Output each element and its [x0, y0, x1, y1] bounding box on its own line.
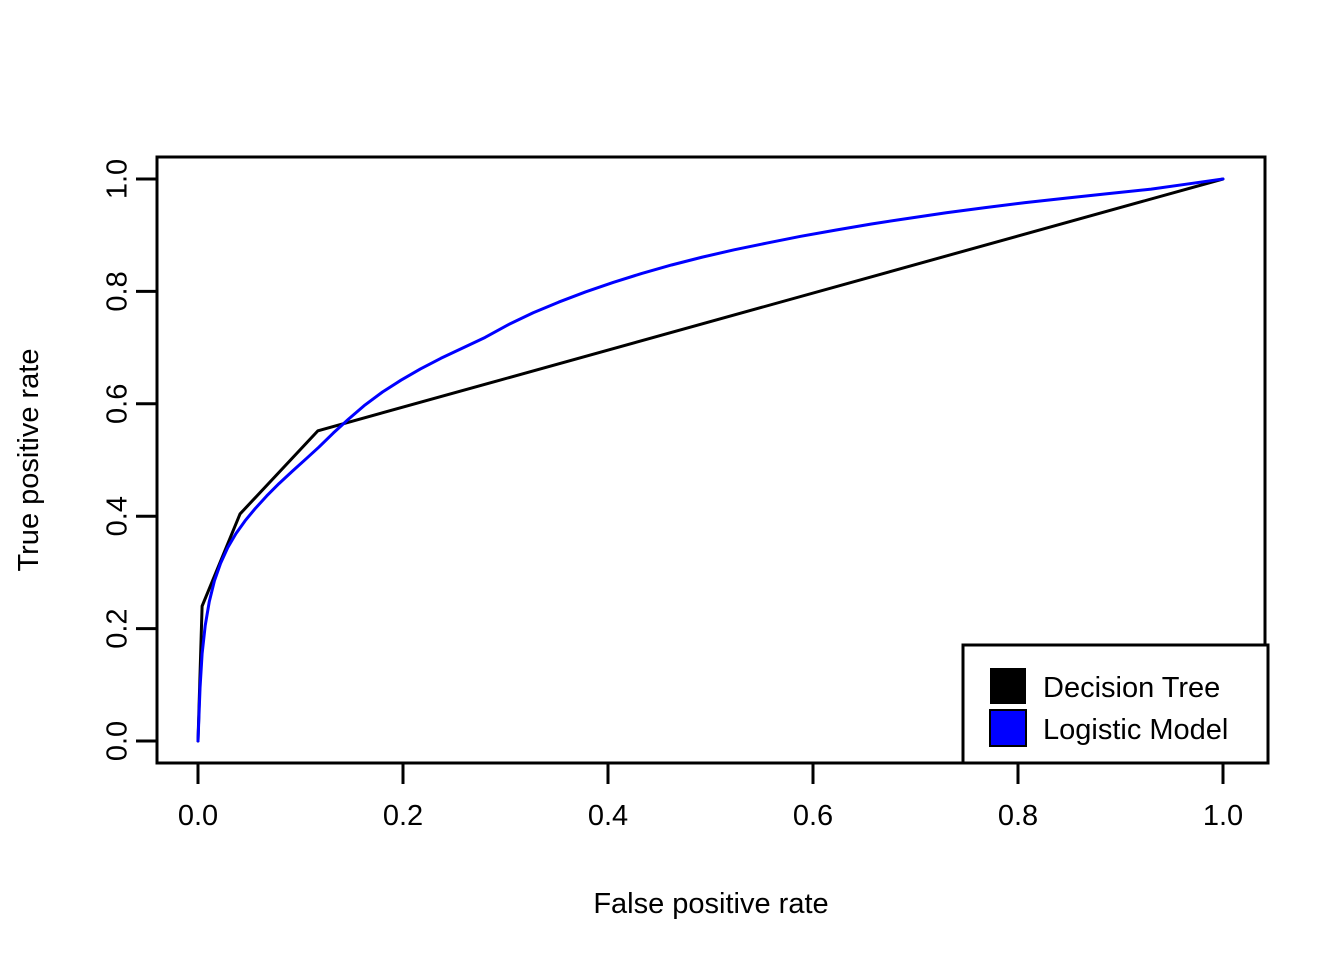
- y-tick-label-5: 1.0: [102, 159, 134, 199]
- legend-swatch-0: [990, 668, 1026, 704]
- legend-label-0: Decision Tree: [1043, 672, 1220, 704]
- legend-swatch-1: [989, 709, 1027, 747]
- x-tick-label-1: 0.2: [383, 800, 423, 832]
- y-axis-title: True positive rate: [13, 349, 45, 572]
- y-tick-label-2: 0.4: [102, 496, 134, 536]
- x-tick-label-5: 1.0: [1203, 800, 1243, 832]
- roc-chart: 0.0 0.2 0.4 0.6 0.8 1.0 0.0 0.2 0.4 0.6 0.8 1.0 Fa…: [13, 155, 1270, 920]
- x-axis-title: False positive rate: [593, 888, 828, 920]
- x-tick-label-2: 0.4: [588, 800, 628, 832]
- x-tick-label-3: 0.6: [793, 800, 833, 832]
- y-tick-label-4: 0.8: [102, 271, 134, 311]
- legend: Decision Tree Logistic Model: [961, 643, 1270, 765]
- y-tick-label-1: 0.2: [102, 608, 134, 648]
- x-axis-ticks: [196, 763, 1225, 784]
- x-axis-tick-labels: 0.0 0.2 0.4 0.6 0.8 1.0: [178, 800, 1243, 832]
- x-tick-label-4: 0.8: [998, 800, 1038, 832]
- x-tick-label-0: 0.0: [178, 800, 218, 832]
- y-axis-ticks: [136, 177, 157, 743]
- y-tick-label-3: 0.6: [102, 384, 134, 424]
- roc-plot-page: 0.0 0.2 0.4 0.6 0.8 1.0 0.0 0.2 0.4 0.6 0.8 1.0 Fa…: [0, 0, 1344, 960]
- legend-label-1: Logistic Model: [1043, 714, 1228, 746]
- y-tick-label-0: 0.0: [102, 721, 134, 761]
- y-axis-tick-labels: 0.0 0.2 0.4 0.6 0.8 1.0: [102, 159, 134, 761]
